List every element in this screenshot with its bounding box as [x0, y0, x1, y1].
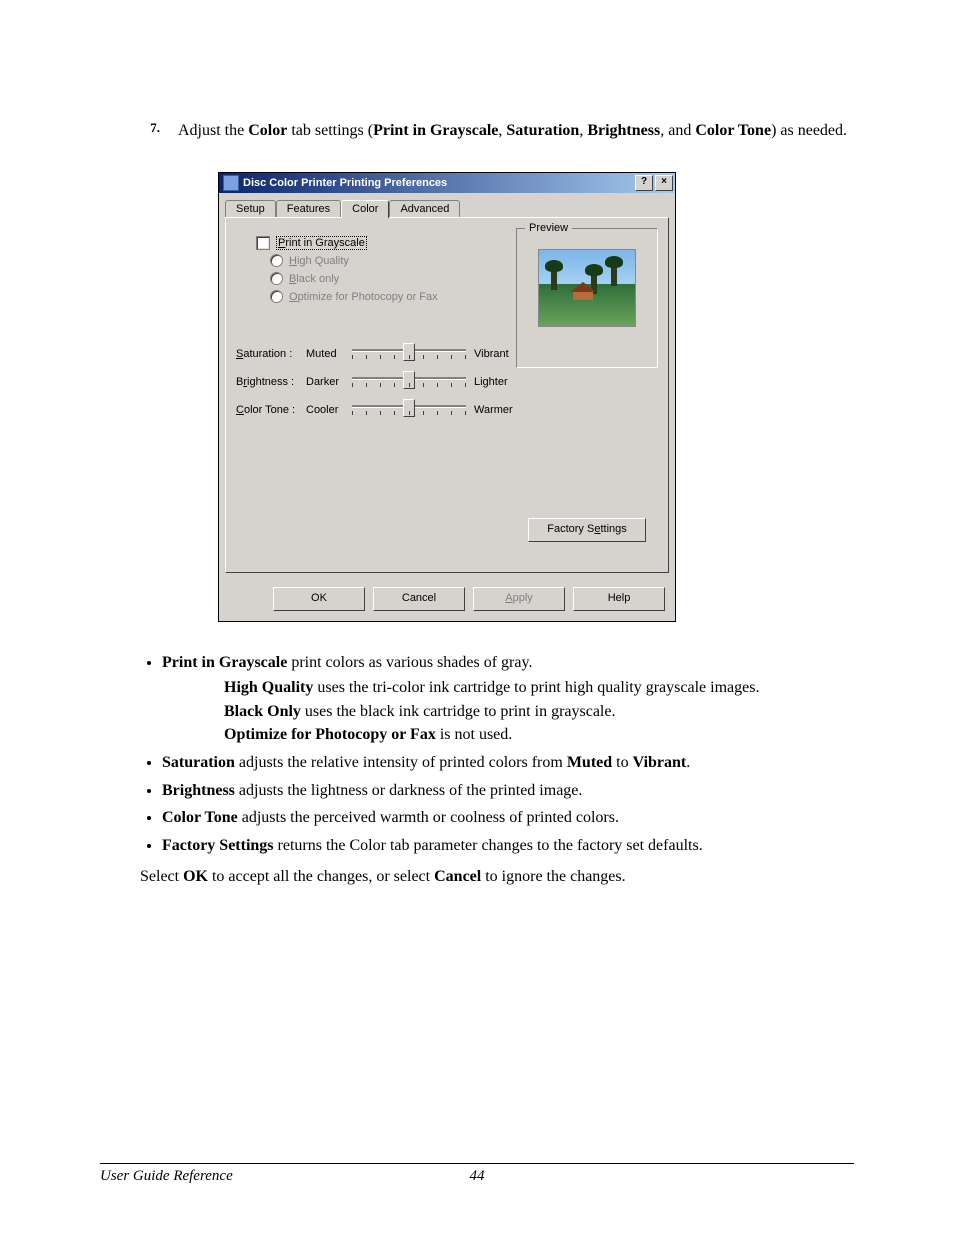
- colortone-left: Cooler: [306, 404, 344, 416]
- optimize-radio[interactable]: [270, 290, 283, 303]
- step-7: 7. Adjust the Color tab settings (Print …: [100, 120, 854, 142]
- help-button-bottom[interactable]: Help: [573, 587, 665, 611]
- colortone-slider[interactable]: [352, 401, 466, 419]
- color-tab-panel: Print in Grayscale High Quality Black on…: [225, 217, 669, 573]
- factory-settings-button[interactable]: Factory Settings: [528, 518, 646, 542]
- optimize-label: Optimize for Photocopy or Fax: [289, 291, 438, 303]
- cancel-button[interactable]: Cancel: [373, 587, 465, 611]
- brightness-right: Lighter: [474, 376, 516, 388]
- ok-button[interactable]: OK: [273, 587, 365, 611]
- sub-optimize: Optimize for Photocopy or Fax is not use…: [224, 724, 854, 746]
- sliders-group: Saturation : Muted Vibrant Brightness :: [236, 340, 516, 424]
- saturation-slider[interactable]: [352, 345, 466, 363]
- brightness-left: Darker: [306, 376, 344, 388]
- step-text: Adjust the Color tab settings (Print in …: [178, 120, 854, 142]
- apply-button[interactable]: Apply: [473, 587, 565, 611]
- saturation-right: Vibrant: [474, 348, 516, 360]
- bullet-factory: Factory Settings returns the Color tab p…: [162, 835, 854, 857]
- sub-black-only: Black Only uses the black ink cartridge …: [224, 701, 854, 723]
- tab-strip: Setup Features Color Advanced: [219, 193, 675, 217]
- printing-preferences-dialog: Disc Color Printer Printing Preferences …: [218, 172, 676, 622]
- dialog-button-row: OK Cancel Apply Help: [219, 579, 675, 621]
- explanation-list: Print in Grayscale print colors as vario…: [162, 652, 854, 857]
- colortone-right: Warmer: [474, 404, 516, 416]
- bullet-grayscale: Print in Grayscale print colors as vario…: [162, 652, 854, 746]
- brightness-slider[interactable]: [352, 373, 466, 391]
- page-footer: User Guide Reference 44: [100, 1163, 854, 1185]
- tab-advanced[interactable]: Advanced: [389, 200, 460, 218]
- black-only-radio[interactable]: [270, 272, 283, 285]
- saturation-left: Muted: [306, 348, 344, 360]
- print-in-grayscale-label: Print in Grayscale: [276, 236, 367, 250]
- help-button[interactable]: ?: [635, 175, 653, 191]
- tab-features[interactable]: Features: [276, 200, 341, 218]
- colortone-label: Color Tone :: [236, 404, 298, 416]
- sub-high-quality: High Quality uses the tri-color ink cart…: [224, 677, 854, 699]
- preview-image: [538, 249, 636, 327]
- preview-caption: Preview: [525, 222, 572, 234]
- high-quality-label: High Quality: [289, 255, 349, 267]
- bullet-saturation: Saturation adjusts the relative intensit…: [162, 752, 854, 774]
- preview-group: Preview: [516, 228, 658, 368]
- brightness-label: Brightness :: [236, 376, 298, 388]
- grayscale-group: Print in Grayscale High Quality Black on…: [236, 228, 516, 306]
- footer-title: User Guide Reference: [100, 1168, 233, 1185]
- dialog-title: Disc Color Printer Printing Preferences: [243, 177, 447, 189]
- printer-icon: [223, 175, 239, 191]
- step-number: 7.: [100, 120, 160, 142]
- high-quality-radio[interactable]: [270, 254, 283, 267]
- saturation-label: Saturation :: [236, 348, 298, 360]
- black-only-label: Black only: [289, 273, 339, 285]
- bullet-colortone: Color Tone adjusts the perceived warmth …: [162, 807, 854, 829]
- bullet-brightness: Brightness adjusts the lightness or dark…: [162, 780, 854, 802]
- dialog-titlebar: Disc Color Printer Printing Preferences …: [219, 173, 675, 193]
- close-button[interactable]: ×: [655, 175, 673, 191]
- tab-color[interactable]: Color: [341, 200, 389, 218]
- tab-setup[interactable]: Setup: [225, 200, 276, 218]
- print-in-grayscale-checkbox[interactable]: [256, 236, 270, 250]
- closing-paragraph: Select OK to accept all the changes, or …: [140, 866, 854, 888]
- footer-page-number: 44: [470, 1168, 485, 1185]
